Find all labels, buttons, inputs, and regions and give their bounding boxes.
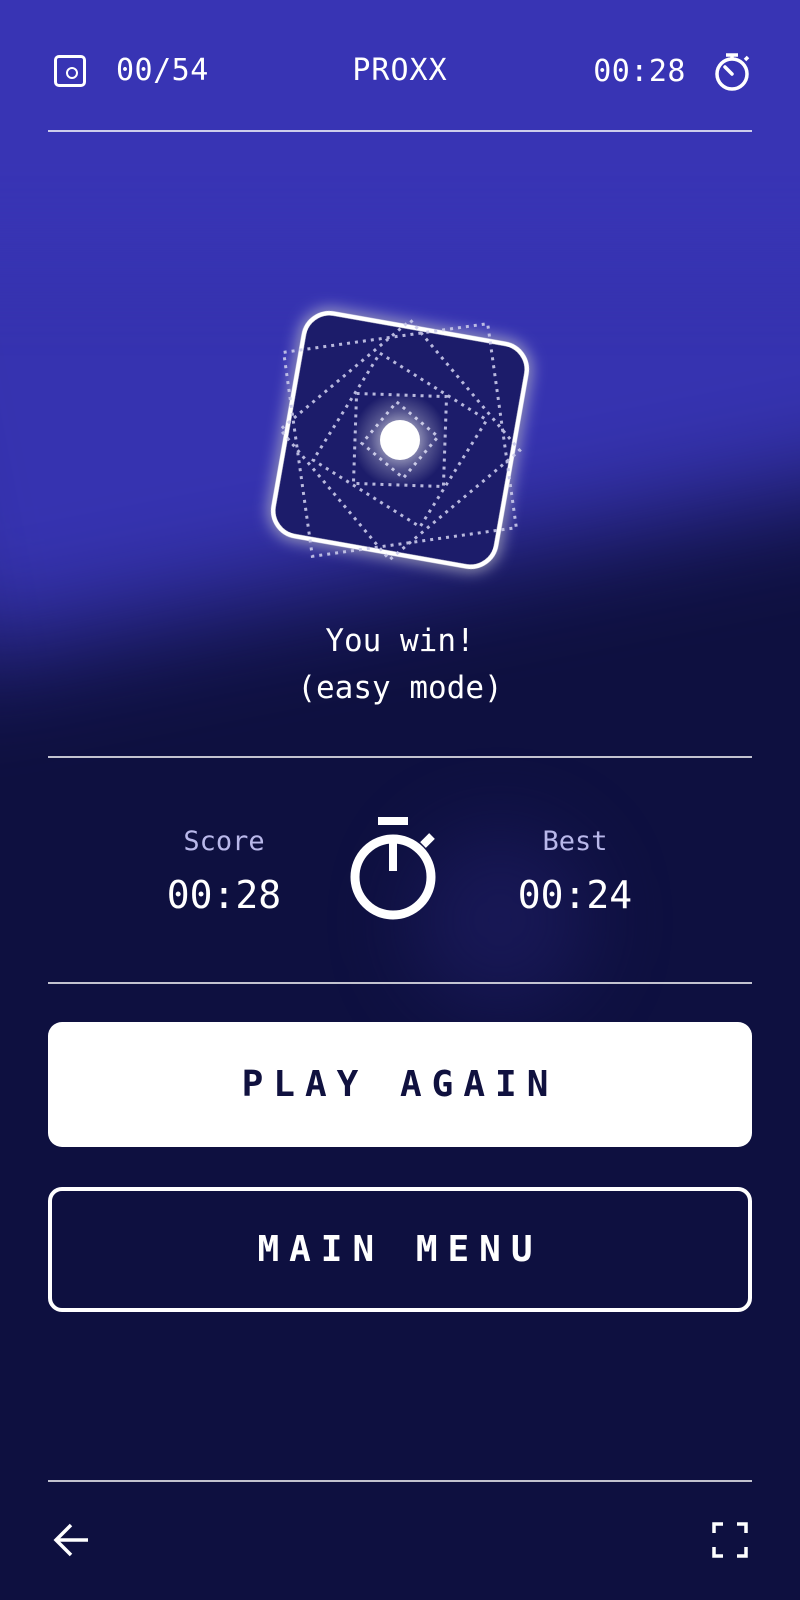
proxx-logo	[270, 310, 530, 570]
best-value: 00:24	[517, 873, 633, 917]
arrow-left-icon[interactable]	[52, 1520, 92, 1560]
score-stat: Score 00:28	[124, 825, 324, 917]
main-menu-button[interactable]: MAIN MENU	[48, 1187, 752, 1312]
top-bar: 00/54 PROXX 00:28	[48, 40, 752, 110]
footer-divider	[48, 1480, 752, 1482]
best-label: Best	[542, 826, 608, 857]
score-label: Score	[183, 826, 265, 857]
best-stat: Best 00:24	[475, 825, 675, 917]
score-value: 00:28	[166, 873, 282, 917]
result-divider	[48, 756, 752, 758]
header-divider	[48, 130, 752, 132]
proxx-logo-icon	[270, 310, 530, 570]
stopwatch-icon	[715, 53, 750, 91]
fullscreen-icon[interactable]	[710, 1520, 750, 1560]
timer-display: 00:28	[593, 52, 752, 92]
play-again-button[interactable]: PLAY AGAIN	[48, 1022, 752, 1147]
stopwatch-icon	[350, 817, 436, 920]
result-mode: (easy mode)	[297, 670, 503, 706]
timer-text: 00:28	[593, 54, 686, 89]
stats-divider	[48, 982, 752, 984]
background	[0, 0, 800, 1600]
result-title: You win!	[325, 623, 475, 659]
